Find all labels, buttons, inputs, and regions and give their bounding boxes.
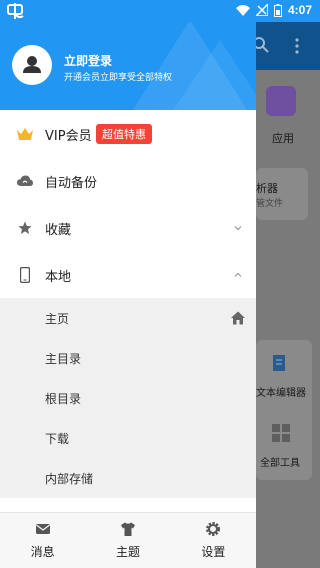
grid-icon <box>272 424 290 442</box>
local-item-label: 下载 <box>45 431 70 446</box>
local-item-downloads[interactable]: 下载 <box>0 418 256 458</box>
gear-icon <box>206 522 221 536</box>
analyzer-title: 析器 <box>256 182 278 195</box>
menu-item-favorites[interactable]: 收藏 <box>0 204 256 252</box>
local-item-root-directory[interactable]: 根目录 <box>0 378 256 418</box>
battery-icon <box>273 3 282 17</box>
local-item-internal-storage[interactable]: 内部存储 <box>0 458 256 498</box>
phone-icon <box>16 266 34 284</box>
apps-tile <box>266 86 296 116</box>
local-item-label: 根目录 <box>45 391 82 406</box>
promo-badge: 超值特惠 <box>96 124 152 144</box>
menu-item-auto-backup[interactable]: 自动备份 <box>0 157 256 205</box>
local-submenu: 主页 主目录 根目录 下载 内部存储 <box>0 298 256 498</box>
local-item-label: 内部存储 <box>45 471 94 486</box>
tab-label: 主题 <box>115 545 140 559</box>
menu-item-local[interactable]: 本地 <box>0 251 256 299</box>
cloud-sync-icon <box>16 172 34 190</box>
tab-themes[interactable]: 主题 <box>85 513 170 568</box>
wifi-icon <box>235 5 250 16</box>
envelope-icon <box>35 524 50 534</box>
chevron-up-icon <box>234 272 242 277</box>
menu-item-label: 自动备份 <box>45 175 98 191</box>
menu-item-vip[interactable]: VIP会员 超值特惠 <box>0 110 256 158</box>
no-signal-icon <box>255 4 268 16</box>
header-decoration <box>160 40 256 110</box>
background-app-scrim[interactable]: 应用 析器 管文件 文本编辑器 全部工具 <box>253 22 320 568</box>
home-icon[interactable] <box>230 310 246 326</box>
tab-label: 设置 <box>201 545 226 559</box>
tab-label: 消息 <box>30 545 55 559</box>
text-editor-icon <box>273 355 285 371</box>
tshirt-icon <box>120 522 135 536</box>
chevron-down-icon <box>234 226 242 231</box>
login-title[interactable]: 立即登录 <box>64 52 112 69</box>
menu-item-label: 收藏 <box>45 222 72 238</box>
text-editor-label: 文本编辑器 <box>256 388 306 399</box>
background-toolbar <box>253 22 320 70</box>
menu-item-label: 本地 <box>45 269 72 285</box>
login-subtitle: 开通会员立即享受全部特权 <box>64 73 173 83</box>
navigation-drawer: 立即登录 开通会员立即享受全部特权 VIP会员 超值特惠 自动备份 收藏 本地 <box>0 0 256 568</box>
star-icon <box>16 219 34 237</box>
more-icon <box>295 38 299 54</box>
local-item-main-directory[interactable]: 主目录 <box>0 338 256 378</box>
local-item-home[interactable]: 主页 <box>0 298 256 338</box>
status-bar: 4:07 <box>0 0 320 22</box>
user-icon <box>23 56 41 73</box>
app-logo-icon <box>7 3 24 19</box>
all-tools-label: 全部工具 <box>260 458 300 469</box>
clock: 4:07 <box>287 3 312 17</box>
drawer-bottom-nav: 消息 主题 设置 <box>0 512 256 568</box>
crown-icon <box>16 125 34 143</box>
analyzer-subtitle: 管文件 <box>256 199 284 209</box>
local-item-label: 主页 <box>45 311 70 326</box>
tab-messages[interactable]: 消息 <box>0 513 85 568</box>
tab-settings[interactable]: 设置 <box>171 513 256 568</box>
apps-label: 应用 <box>272 132 294 145</box>
menu-item-label: VIP会员 <box>45 128 92 144</box>
local-item-label: 主目录 <box>45 351 82 366</box>
avatar[interactable] <box>12 45 52 85</box>
